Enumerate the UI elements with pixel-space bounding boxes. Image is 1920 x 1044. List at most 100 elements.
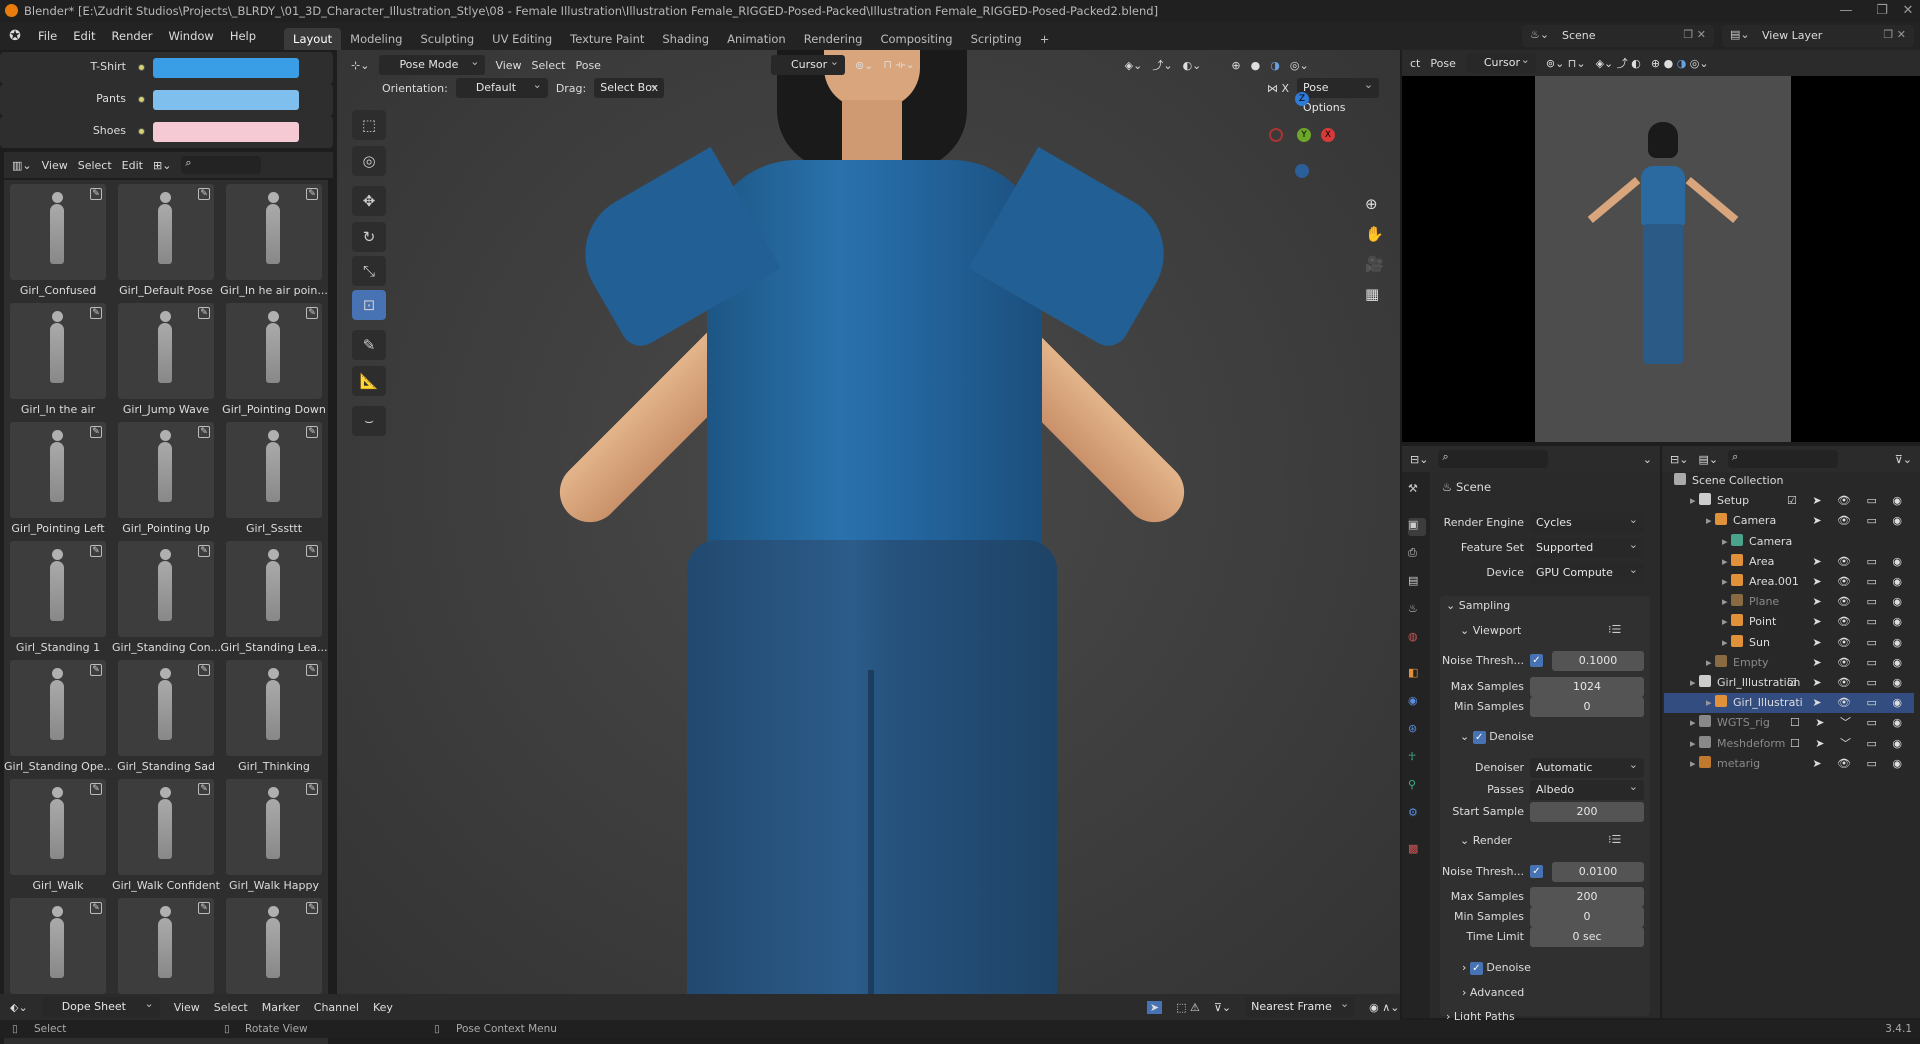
- edit-icon[interactable]: ✎: [306, 902, 318, 914]
- render-denoise-checkbox[interactable]: ✓: [1469, 962, 1483, 975]
- edit-icon[interactable]: ✎: [198, 307, 210, 319]
- vp-min-samples-field[interactable]: 0: [1530, 697, 1644, 717]
- outliner-row[interactable]: ▸ Camera: [1664, 532, 1914, 552]
- edit-icon[interactable]: ✎: [90, 545, 102, 557]
- shading-icons[interactable]: ⊕ ● ◑ ◎⌄: [1651, 57, 1709, 70]
- asset-thumbnail[interactable]: ✎: [118, 184, 214, 280]
- scene-tab-icon[interactable]: ♨: [1408, 602, 1426, 620]
- dope-menu-select[interactable]: Select: [214, 1001, 248, 1014]
- relax-pose-tool-icon[interactable]: ⌣: [352, 406, 386, 436]
- edit-icon[interactable]: ✎: [90, 188, 102, 200]
- outliner-row[interactable]: ▸ Point ➤ 👁 ▭ ◉: [1664, 612, 1914, 632]
- visibility-toggles[interactable]: ➤ 👁 ▭ ◉: [1812, 592, 1908, 612]
- camera-viewport[interactable]: ct Pose Cursor ⊚⌄ ⊓⌄ ◈⌄ ⤴ ◐ ⊕ ● ◑ ◎⌄: [1402, 50, 1920, 442]
- asset-thumbnail[interactable]: ✎: [118, 422, 214, 518]
- render-noise-checkbox[interactable]: ✓: [1530, 865, 1543, 878]
- workspace-tab-layout[interactable]: Layout: [284, 28, 342, 50]
- expand-arrow-icon[interactable]: ▸: [1664, 757, 1699, 770]
- select-box-tool-icon[interactable]: ⬚: [352, 110, 386, 140]
- vp-denoise-subpanel[interactable]: ⌄ ✓ Denoise: [1460, 730, 1534, 744]
- asset-thumbnail[interactable]: ✎: [10, 898, 106, 994]
- properties-options-icon[interactable]: ⌄: [1643, 453, 1652, 466]
- physics-tab-icon[interactable]: ◉: [1408, 694, 1426, 712]
- viewport-presets-icon[interactable]: ⁝☰: [1608, 623, 1621, 636]
- outliner-row[interactable]: ▸ Girl_Illustration ☑ ➤ 👁 ▭ ◉: [1664, 673, 1914, 693]
- outliner-row[interactable]: ▸ Plane ➤ 👁 ▭ ◉: [1664, 592, 1914, 612]
- workspace-tab-uv-editing[interactable]: UV Editing: [483, 28, 561, 50]
- asset-thumbnail[interactable]: ✎: [226, 898, 322, 994]
- outliner-row[interactable]: ▸ metarig ➤ 👁 ▭ ◉: [1664, 754, 1914, 774]
- view-layer-tab-icon[interactable]: ▤: [1408, 574, 1426, 592]
- 3d-viewport[interactable]: ⊹⌄ Pose Mode View Select Pose Cursor ⊚⌄ …: [337, 50, 1400, 994]
- zoom-icon[interactable]: ⊕: [1365, 195, 1384, 213]
- asset-menu-select[interactable]: Select: [78, 159, 112, 172]
- color-swatch[interactable]: [153, 90, 299, 110]
- asset-thumbnail[interactable]: ✎: [10, 779, 106, 875]
- filter-icon[interactable]: ⊽⌄: [1895, 453, 1912, 466]
- transform-pivot-dropdown[interactable]: Cursor: [770, 52, 845, 75]
- view-layer-selector[interactable]: ▤⌄ View Layer ❐ ✕: [1722, 25, 1914, 47]
- editor-type-icon[interactable]: ⊟⌄: [1670, 453, 1688, 466]
- workspace-tab-sculpting[interactable]: Sculpting: [411, 28, 483, 50]
- add-workspace-button[interactable]: +: [1031, 28, 1059, 50]
- expand-arrow-icon[interactable]: ▸: [1664, 696, 1715, 709]
- display-mode-icon[interactable]: ▤⌄: [1698, 453, 1718, 466]
- editor-type-icon[interactable]: ⊟⌄: [1410, 453, 1428, 466]
- camera-view-icon[interactable]: 🎥: [1365, 255, 1384, 273]
- asset-thumbnail[interactable]: ✎: [10, 184, 106, 280]
- keyframe-dot-icon[interactable]: [138, 96, 145, 103]
- asset-thumbnail[interactable]: ✎: [226, 660, 322, 756]
- pan-hand-icon[interactable]: ✋: [1365, 225, 1384, 243]
- vp-max-samples-field[interactable]: 1024: [1530, 677, 1644, 697]
- menu-edit[interactable]: Edit: [65, 29, 103, 43]
- passes-dropdown[interactable]: Albedo: [1530, 777, 1644, 800]
- expand-arrow-icon[interactable]: ▸: [1664, 555, 1731, 568]
- dope-menu-channel[interactable]: Channel: [314, 1001, 359, 1014]
- bone-constraint-tab-icon[interactable]: ⚙: [1408, 806, 1426, 824]
- visibility-toggles[interactable]: ☑ ➤ 👁 ▭ ◉: [1787, 491, 1908, 511]
- asset-thumbnail[interactable]: ✎: [226, 422, 322, 518]
- visibility-toggles[interactable]: ☐ ➤ ﹀ ▭ ◉: [1790, 713, 1908, 733]
- expand-arrow-icon[interactable]: ▸: [1664, 737, 1699, 750]
- snap-mode-dropdown[interactable]: Nearest Frame: [1245, 994, 1356, 1017]
- expand-arrow-icon[interactable]: [1664, 474, 1674, 487]
- workspace-tab-shading[interactable]: Shading: [653, 28, 718, 50]
- viewport-menu-view[interactable]: View: [495, 59, 521, 72]
- visibility-toggles[interactable]: ➤ 👁 ▭ ◉: [1812, 653, 1908, 673]
- expand-arrow-icon[interactable]: ▸: [1664, 575, 1731, 588]
- expand-arrow-icon[interactable]: ▸: [1664, 716, 1699, 729]
- camera-menu-select[interactable]: ct: [1410, 57, 1420, 70]
- edit-icon[interactable]: ✎: [90, 307, 102, 319]
- visibility-toggles[interactable]: ☑ ➤ 👁 ▭ ◉: [1787, 673, 1908, 693]
- edit-icon[interactable]: ✎: [306, 545, 318, 557]
- dope-menu-view[interactable]: View: [174, 1001, 200, 1014]
- move-tool-icon[interactable]: ✥: [352, 186, 386, 216]
- perspective-grid-icon[interactable]: ▦: [1365, 285, 1384, 303]
- editor-type-icon[interactable]: ▥⌄: [12, 159, 32, 172]
- edit-icon[interactable]: ✎: [306, 426, 318, 438]
- asset-thumbnail[interactable]: ✎: [10, 303, 106, 399]
- visibility-toggles[interactable]: ➤ 👁 ▭ ◉: [1812, 612, 1908, 632]
- gizmo-neg-x[interactable]: [1269, 128, 1283, 142]
- edit-icon[interactable]: ✎: [306, 783, 318, 795]
- visibility-icon[interactable]: ◈⌄: [1125, 59, 1143, 72]
- scale-tool-icon[interactable]: ⤡: [352, 256, 386, 286]
- advanced-subpanel[interactable]: › Advanced: [1462, 986, 1524, 999]
- workspace-tab-rendering[interactable]: Rendering: [795, 28, 872, 50]
- feature-set-dropdown[interactable]: Supported: [1530, 535, 1644, 558]
- workspace-tab-scripting[interactable]: Scripting: [962, 28, 1031, 50]
- outliner-row[interactable]: ▸ WGTS_rig ☐ ➤ ﹀ ▭ ◉: [1664, 713, 1914, 733]
- outliner-row[interactable]: ▸ Sun ➤ 👁 ▭ ◉: [1664, 633, 1914, 653]
- vp-noise-checkbox[interactable]: ✓: [1530, 654, 1543, 667]
- edit-icon[interactable]: ✎: [90, 902, 102, 914]
- menu-file[interactable]: File: [30, 29, 65, 43]
- edit-icon[interactable]: ✎: [306, 307, 318, 319]
- new-view-layer-icon[interactable]: ❐ ✕: [1883, 28, 1906, 41]
- denoiser-dropdown[interactable]: Automatic: [1530, 755, 1644, 778]
- workspace-tab-animation[interactable]: Animation: [718, 28, 795, 50]
- edit-icon[interactable]: ✎: [198, 664, 210, 676]
- gizmo-icon[interactable]: ⤴⌄: [1152, 57, 1172, 73]
- expand-arrow-icon[interactable]: ▸: [1664, 494, 1699, 507]
- drag-dropdown[interactable]: Select Box: [594, 75, 665, 98]
- asset-thumbnail[interactable]: ✎: [226, 303, 322, 399]
